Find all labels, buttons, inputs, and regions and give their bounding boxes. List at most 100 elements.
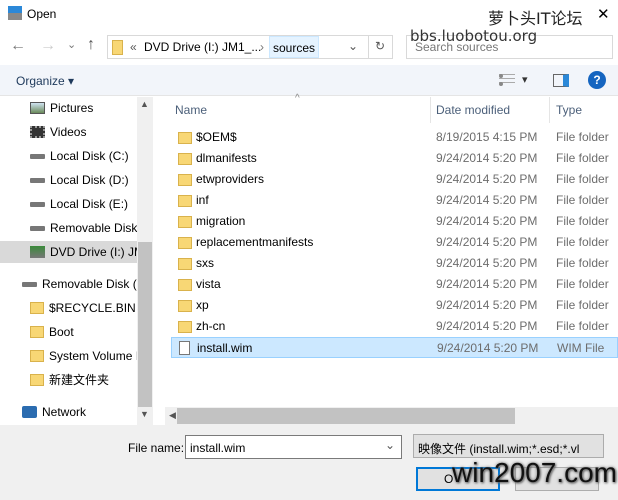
file-type: File folder — [556, 151, 609, 165]
file-date: 9/24/2014 5:20 PM — [436, 235, 538, 249]
file-type-value: 映像文件 (install.wim;*.esd;*.vl — [418, 442, 580, 456]
view-options-icon[interactable] — [499, 74, 515, 86]
sidebar-item[interactable]: Network — [22, 401, 86, 423]
file-type: File folder — [556, 277, 609, 291]
title-bar: Open 萝卜头IT论坛 ✕ — [0, 0, 618, 30]
folder-icon — [178, 279, 192, 291]
sidebar-item[interactable]: Local Disk (E:) — [30, 193, 128, 215]
forward-button[interactable]: → — [40, 37, 56, 55]
breadcrumb-separator: › — [260, 40, 264, 54]
file-name: xp — [196, 298, 209, 312]
watermark: 萝卜头IT论坛 — [488, 9, 583, 28]
file-row[interactable]: dlmanifests 9/24/2014 5:20 PM File folder — [171, 148, 618, 169]
column-name[interactable]: Name — [175, 103, 207, 117]
organize-button[interactable]: Organize ▾ — [16, 74, 74, 88]
file-name: replacementmanifests — [196, 235, 314, 249]
sidebar-item[interactable]: Pictures — [30, 97, 93, 119]
file-date: 8/19/2015 4:15 PM — [436, 130, 538, 144]
file-name-input[interactable]: install.wim ⌄ — [185, 435, 402, 459]
drive-icon — [30, 153, 45, 159]
file-date: 9/24/2014 5:20 PM — [437, 341, 539, 355]
sidebar-item[interactable]: Removable Disk — [30, 217, 137, 239]
close-button[interactable]: ✕ — [597, 5, 610, 23]
file-row[interactable]: zh-cn 9/24/2014 5:20 PM File folder — [171, 316, 618, 337]
refresh-button[interactable]: ↻ — [368, 36, 391, 58]
file-name: sxs — [196, 256, 214, 270]
file-row[interactable]: vista 9/24/2014 5:20 PM File folder — [171, 274, 618, 295]
folder-icon — [30, 302, 44, 314]
sidebar-item[interactable]: Removable Disk (F — [22, 273, 144, 295]
address-dropdown[interactable]: ⌄ — [348, 39, 358, 53]
file-type: File folder — [556, 256, 609, 270]
file-row[interactable]: etwproviders 9/24/2014 5:20 PM File folder — [171, 169, 618, 190]
file-name: dlmanifests — [196, 151, 257, 165]
sort-ascending-icon: ^ — [295, 93, 300, 104]
column-date-modified[interactable]: Date modified — [430, 97, 515, 123]
sidebar-item[interactable]: 新建文件夹 — [30, 369, 109, 391]
file-name: install.wim — [197, 341, 253, 355]
file-name: $OEM$ — [196, 130, 237, 144]
file-type: File folder — [556, 319, 609, 333]
file-type: WIM File — [557, 341, 605, 355]
sidebar-item-label: Network — [42, 405, 87, 419]
folder-icon — [178, 300, 192, 312]
file-type: File folder — [556, 172, 609, 186]
file-date: 9/24/2014 5:20 PM — [436, 151, 538, 165]
file-row[interactable]: $OEM$ 8/19/2015 4:15 PM File folder — [171, 127, 618, 148]
sidebar-item[interactable]: DVD Drive (I:) JM — [0, 241, 153, 263]
sidebar-item-label: DVD Drive (I:) JM — [50, 245, 144, 259]
folder-icon — [30, 350, 44, 362]
sidebar-item-label: Boot — [49, 325, 74, 339]
breadcrumb-dvd-drive[interactable]: DVD Drive (I:) JM1_... — [144, 40, 261, 54]
file-date: 9/24/2014 5:20 PM — [436, 277, 538, 291]
file-type: File folder — [556, 214, 609, 228]
preview-pane-icon[interactable] — [553, 74, 569, 87]
sidebar-item[interactable]: Local Disk (C:) — [30, 145, 129, 167]
file-row[interactable]: install.wim 9/24/2014 5:20 PM WIM File — [171, 337, 618, 358]
address-bar[interactable]: « DVD Drive (I:) JM1_... › sources ⌄ ↻ — [107, 35, 393, 59]
sidebar-item[interactable]: $RECYCLE.BIN — [30, 297, 136, 319]
pictures-icon — [30, 102, 45, 114]
sidebar-item-label: $RECYCLE.BIN — [49, 301, 136, 315]
folder-icon — [178, 237, 192, 249]
sidebar-item[interactable]: Videos — [30, 121, 86, 143]
folder-icon — [30, 326, 44, 338]
up-button[interactable]: ↑ — [87, 36, 95, 54]
sidebar-item[interactable]: Local Disk (D:) — [30, 169, 129, 191]
folder-icon — [178, 174, 192, 186]
view-dropdown[interactable]: ▾ — [522, 73, 528, 86]
file-row[interactable]: sxs 9/24/2014 5:20 PM File folder — [171, 253, 618, 274]
breadcrumb-overflow[interactable]: « — [130, 40, 137, 54]
file-name: migration — [196, 214, 246, 228]
help-icon[interactable]: ? — [588, 71, 606, 89]
file-row[interactable]: migration 9/24/2014 5:20 PM File folder — [171, 211, 618, 232]
folder-icon — [178, 153, 192, 165]
recent-locations-button[interactable]: ⌄ — [67, 38, 76, 51]
sidebar-item-label: Local Disk (E:) — [50, 197, 129, 211]
drive-icon — [22, 281, 37, 287]
file-row[interactable]: xp 9/24/2014 5:20 PM File folder — [171, 295, 618, 316]
watermark-url: bbs.luobotou.org — [410, 27, 538, 45]
file-row[interactable]: inf 9/24/2014 5:20 PM File folder — [171, 190, 618, 211]
sidebar-item-label: Removable Disk (F — [42, 277, 145, 291]
file-name-value: install.wim — [190, 441, 246, 455]
file-row[interactable]: replacementmanifests 9/24/2014 5:20 PM Fil… — [171, 232, 618, 253]
back-button[interactable]: ← — [10, 37, 26, 55]
file-name: inf — [196, 193, 209, 207]
file-type: File folder — [556, 235, 609, 249]
column-header: ^ Name Date modified Type — [165, 93, 618, 123]
file-date: 9/24/2014 5:20 PM — [436, 298, 538, 312]
breadcrumb-sources[interactable]: sources — [269, 36, 320, 58]
column-type[interactable]: Type — [549, 97, 588, 123]
folder-icon — [178, 258, 192, 270]
sidebar-item-label: Local Disk (D:) — [50, 173, 129, 187]
file-type-select[interactable]: 映像文件 (install.wim;*.esd;*.vl — [413, 434, 604, 458]
file-date: 9/24/2014 5:20 PM — [436, 256, 538, 270]
app-icon — [8, 6, 22, 20]
horizontal-scrollbar[interactable]: ◀ — [165, 407, 618, 425]
sidebar-item[interactable]: Boot — [30, 321, 74, 343]
folder-icon — [112, 40, 123, 55]
navigation-scrollbar[interactable]: ▲ ▼ — [137, 97, 153, 425]
sidebar-item[interactable]: System Volume I — [30, 345, 139, 367]
folder-icon — [178, 132, 192, 144]
